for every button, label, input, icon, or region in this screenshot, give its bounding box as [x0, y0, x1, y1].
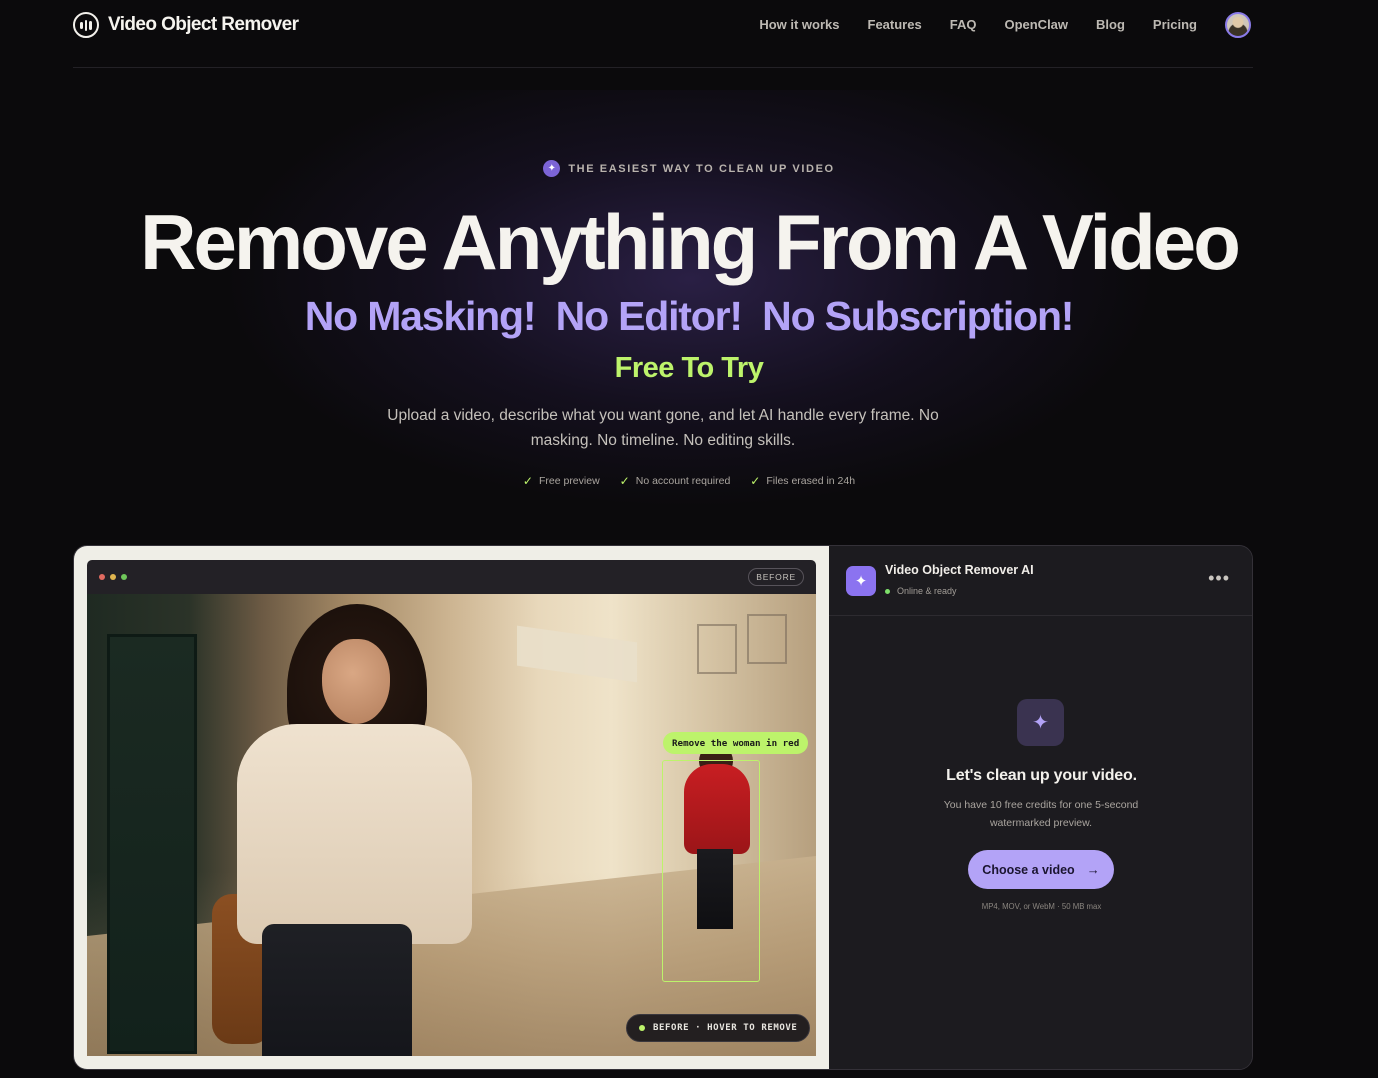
checkmark-icon: ✓ [750, 474, 761, 488]
eyebrow-text: THE EASIEST WAY TO CLEAN UP VIDEO [568, 162, 835, 175]
woman-face [322, 639, 390, 724]
nav-links: How it works Features FAQ OpenClaw Blog … [731, 17, 1197, 32]
assistant-status-label: Online & ready [897, 586, 957, 596]
sparkle-icon: ✦ [846, 566, 876, 596]
before-tag: BEFORE [748, 568, 804, 586]
empty-state-subtitle: You have 10 free credits for one 5-secon… [943, 799, 1139, 829]
choose-video-label: Choose a video [982, 862, 1075, 877]
video-preview-pane: BEFORE Remove the woman in red BEFORE · … [74, 546, 829, 1069]
window-dots [99, 574, 132, 580]
nav-link-blog[interactable]: Blog [1096, 17, 1125, 32]
check-item: ✓ Free preview [523, 474, 600, 488]
balcony [747, 614, 787, 664]
check-label: No account required [635, 475, 731, 487]
check-label: Free preview [538, 475, 600, 487]
demo-card: BEFORE Remove the woman in red BEFORE · … [73, 545, 1253, 1070]
checkmark-icon: ✓ [522, 474, 533, 488]
arrow-right-icon: → [1086, 862, 1100, 877]
awning [517, 625, 637, 683]
window-dot-green [121, 574, 127, 580]
checkmark-icon: ✓ [619, 474, 630, 488]
hero-eyebrow: ✦ THE EASIEST WAY TO CLEAN UP VIDEO [0, 160, 1378, 177]
nav-link-faq[interactable]: FAQ [950, 17, 977, 32]
brand-logo[interactable]: Video Object Remover [73, 12, 299, 38]
user-avatar[interactable] [1225, 12, 1251, 38]
assistant-name: Video Object Remover AI [885, 563, 1034, 577]
waveform-logo-icon [73, 12, 99, 38]
hero-title: Remove Anything From A Video [140, 198, 1241, 286]
hero-tagline: Free To Try [614, 352, 764, 384]
status-pill-label: BEFORE · HOVER TO REMOVE [653, 1023, 798, 1033]
hero-checks: ✓ Free preview ✓ No account required ✓ F… [0, 474, 1378, 488]
more-options-icon[interactable]: ••• [1208, 568, 1230, 589]
sparkle-icon: ✦ [1017, 699, 1064, 746]
assistant-status: Online & ready [885, 586, 957, 596]
window-dot-yellow [110, 574, 116, 580]
check-label: Files erased in 24h [766, 475, 856, 487]
window-dot-red [99, 574, 105, 580]
empty-state-title: Let's clean up your video. [946, 767, 1137, 784]
nav-link-pricing[interactable]: Pricing [1153, 17, 1197, 32]
doorway [107, 634, 197, 1054]
woman-jeans [262, 924, 412, 1056]
check-item: ✓ No account required [620, 474, 731, 488]
nav-link-how-it-works[interactable]: How it works [759, 17, 839, 32]
online-dot-icon [885, 588, 890, 594]
brand-name: Video Object Remover [108, 14, 299, 35]
prompt-chip: Remove the woman in red [663, 732, 809, 754]
assistant-header: ✦ Video Object Remover AI Online & ready… [829, 546, 1252, 616]
nav-link-features[interactable]: Features [868, 17, 922, 32]
check-item: ✓ Files erased in 24h [750, 474, 855, 488]
choose-video-button[interactable]: Choose a video → [968, 850, 1114, 889]
assistant-pane: ✦ Video Object Remover AI Online & ready… [829, 546, 1252, 1069]
upload-constraints: MP4, MOV, or WebM · 50 MB max [981, 902, 1102, 911]
hero-lede: Upload a video, describe what you want g… [387, 407, 939, 449]
woman-shirt [237, 724, 472, 944]
sparkle-icon: ✦ [543, 160, 561, 177]
preview-window-bar: BEFORE [87, 560, 816, 594]
nav-link-openclaw[interactable]: OpenClaw [1004, 17, 1068, 32]
selection-box[interactable] [662, 760, 760, 982]
balcony [697, 624, 737, 674]
hero-subtitle: No Masking! No Editor! No Subscription! [304, 293, 1075, 339]
video-frame[interactable]: Remove the woman in red BEFORE · HOVER T… [87, 594, 816, 1056]
top-nav: Video Object Remover How it works Featur… [73, 0, 1253, 68]
hover-status-pill[interactable]: BEFORE · HOVER TO REMOVE [626, 1014, 811, 1042]
status-dot-icon [639, 1025, 645, 1031]
